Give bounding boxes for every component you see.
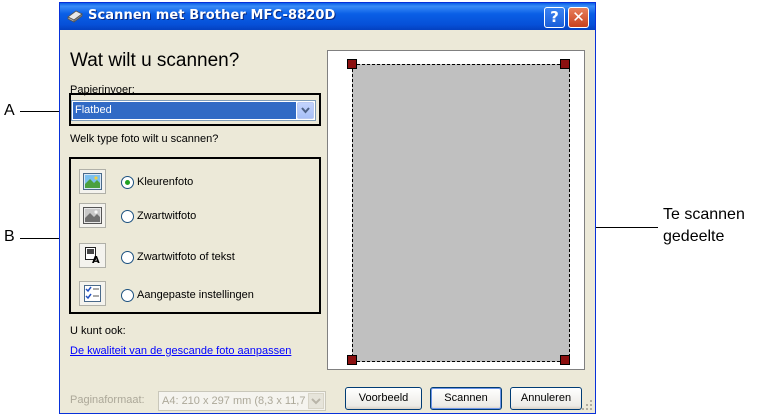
callout-a-label: A [4, 102, 15, 119]
callout-box-b [69, 157, 321, 314]
page-size-select[interactable]: A4: 210 x 297 mm (8,3 x 11,7 [158, 391, 326, 411]
callout-box-a [69, 93, 321, 126]
callout-area-text-1: Te scannen [663, 206, 745, 223]
preview-button[interactable]: Voorbeeld [345, 387, 422, 410]
photo-type-question: Welk type foto wilt u scannen? [70, 133, 219, 145]
callout-area-text-2: gedeelte [663, 228, 725, 245]
close-button[interactable]: ✕ [568, 7, 589, 28]
scan-button[interactable]: Scannen [430, 387, 502, 410]
scan-region[interactable] [352, 64, 570, 362]
resize-grip-icon[interactable] [581, 399, 593, 411]
callout-b-label: B [4, 228, 15, 245]
chevron-down-icon[interactable] [308, 393, 324, 409]
page-title: Wat wilt u scannen? [70, 50, 240, 71]
quality-link[interactable]: De kwaliteit van de gescande foto aanpas… [70, 345, 291, 357]
resize-handle-top-right[interactable] [560, 59, 570, 69]
also-label: U kunt ook: [70, 325, 126, 337]
title-bar[interactable]: Scannen met Brother MFC-8820D ? ✕ [60, 3, 595, 30]
help-button[interactable]: ? [544, 7, 565, 28]
resize-handle-top-left[interactable] [347, 59, 357, 69]
resize-handle-bottom-right[interactable] [560, 355, 570, 365]
scanner-icon [67, 9, 83, 23]
cancel-button[interactable]: Annuleren [510, 387, 582, 410]
resize-handle-bottom-left[interactable] [347, 355, 357, 365]
page-size-value: A4: 210 x 297 mm (8,3 x 11,7 [162, 395, 306, 407]
window-title: Scannen met Brother MFC-8820D [88, 8, 336, 23]
preview-area[interactable] [327, 50, 585, 370]
page-size-label: Paginaformaat: [70, 394, 145, 406]
